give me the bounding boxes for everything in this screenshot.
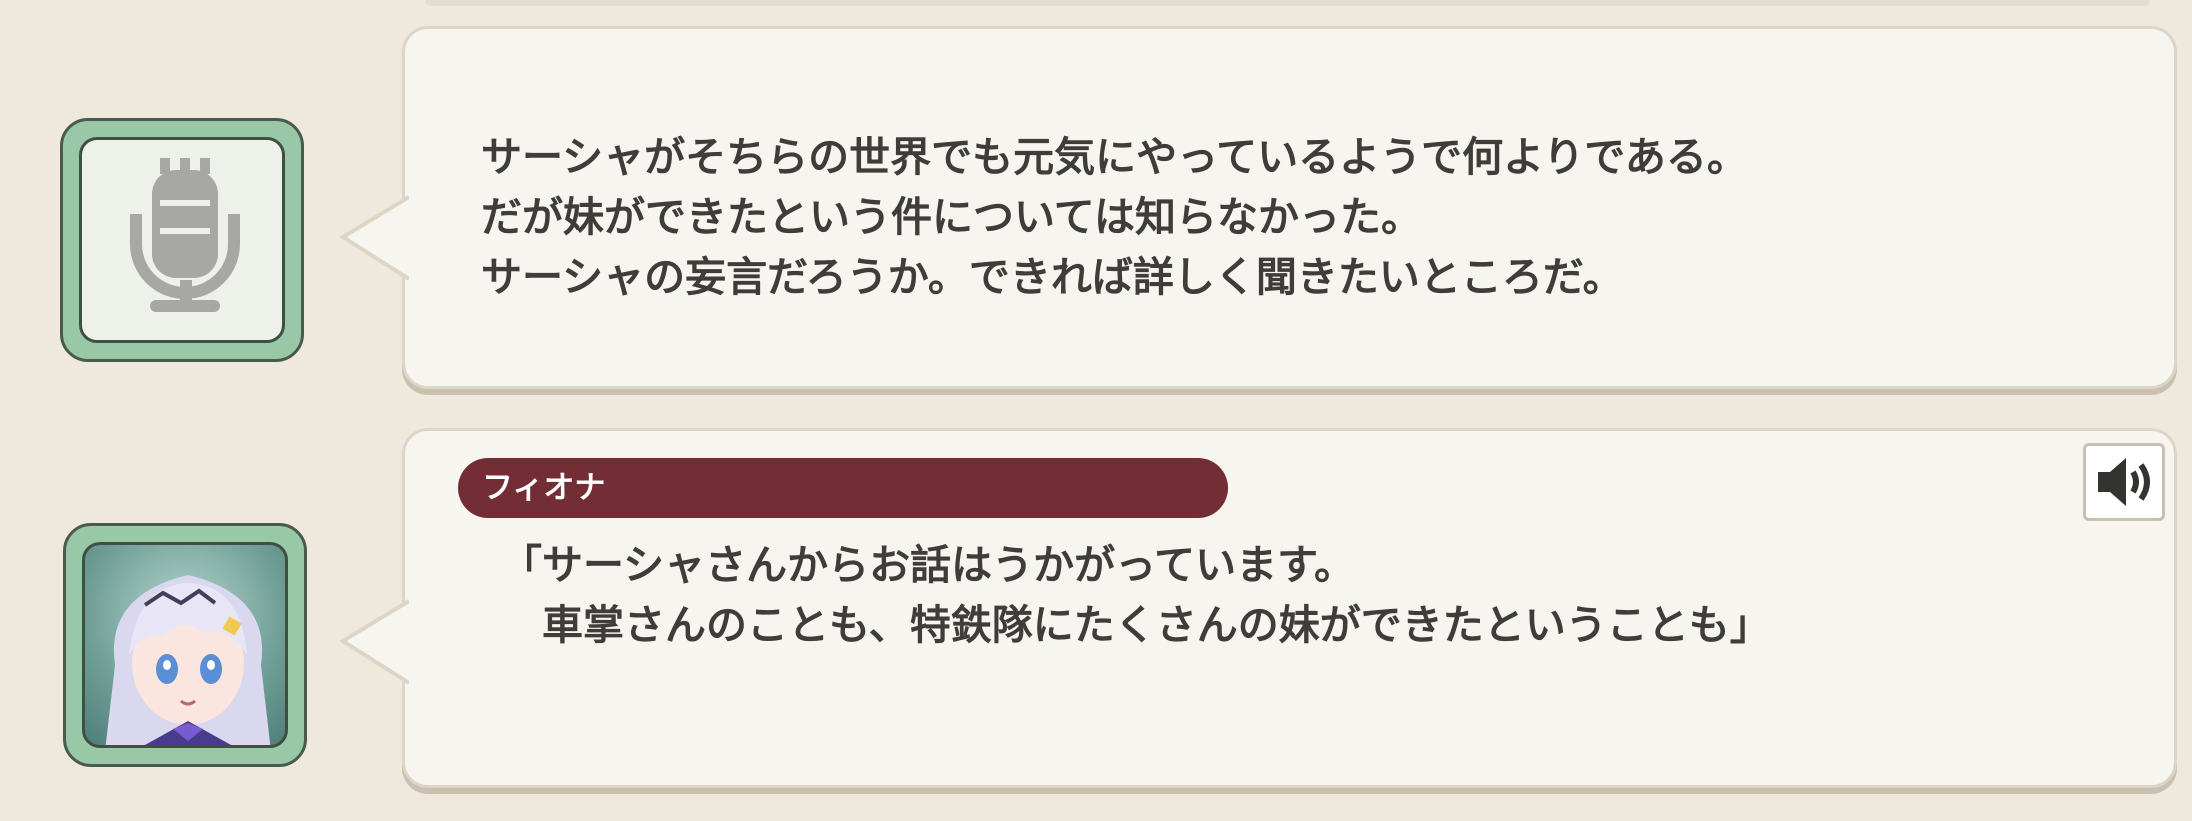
fiona-avatar bbox=[63, 523, 307, 767]
bubble-tail bbox=[339, 599, 409, 685]
message-text: サーシャがそちらの世界でも元気にやっているようで何よりである。 だが妹ができたと… bbox=[481, 133, 1748, 301]
character-portrait-fiona bbox=[105, 575, 271, 745]
previous-message-edge bbox=[425, 0, 2150, 6]
bubble-tail bbox=[339, 195, 409, 281]
microphone-icon bbox=[130, 158, 240, 312]
message-text: 「サーシャさんからお話はうかがっています。 車掌さんのことも、特鉄隊にたくさんの… bbox=[501, 541, 1771, 649]
fiona-avatar-frame bbox=[82, 542, 288, 748]
speaker-name-plate: フィオナ bbox=[458, 458, 1228, 518]
speaker-icon bbox=[2098, 458, 2150, 506]
play-voice-button[interactable] bbox=[2083, 443, 2165, 521]
message-bubble-1: サーシャがそちらの世界でも元気にやっているようで何よりである。 だが妹ができたと… bbox=[339, 26, 2177, 389]
system-avatar bbox=[60, 118, 304, 362]
system-avatar-frame bbox=[79, 137, 285, 343]
